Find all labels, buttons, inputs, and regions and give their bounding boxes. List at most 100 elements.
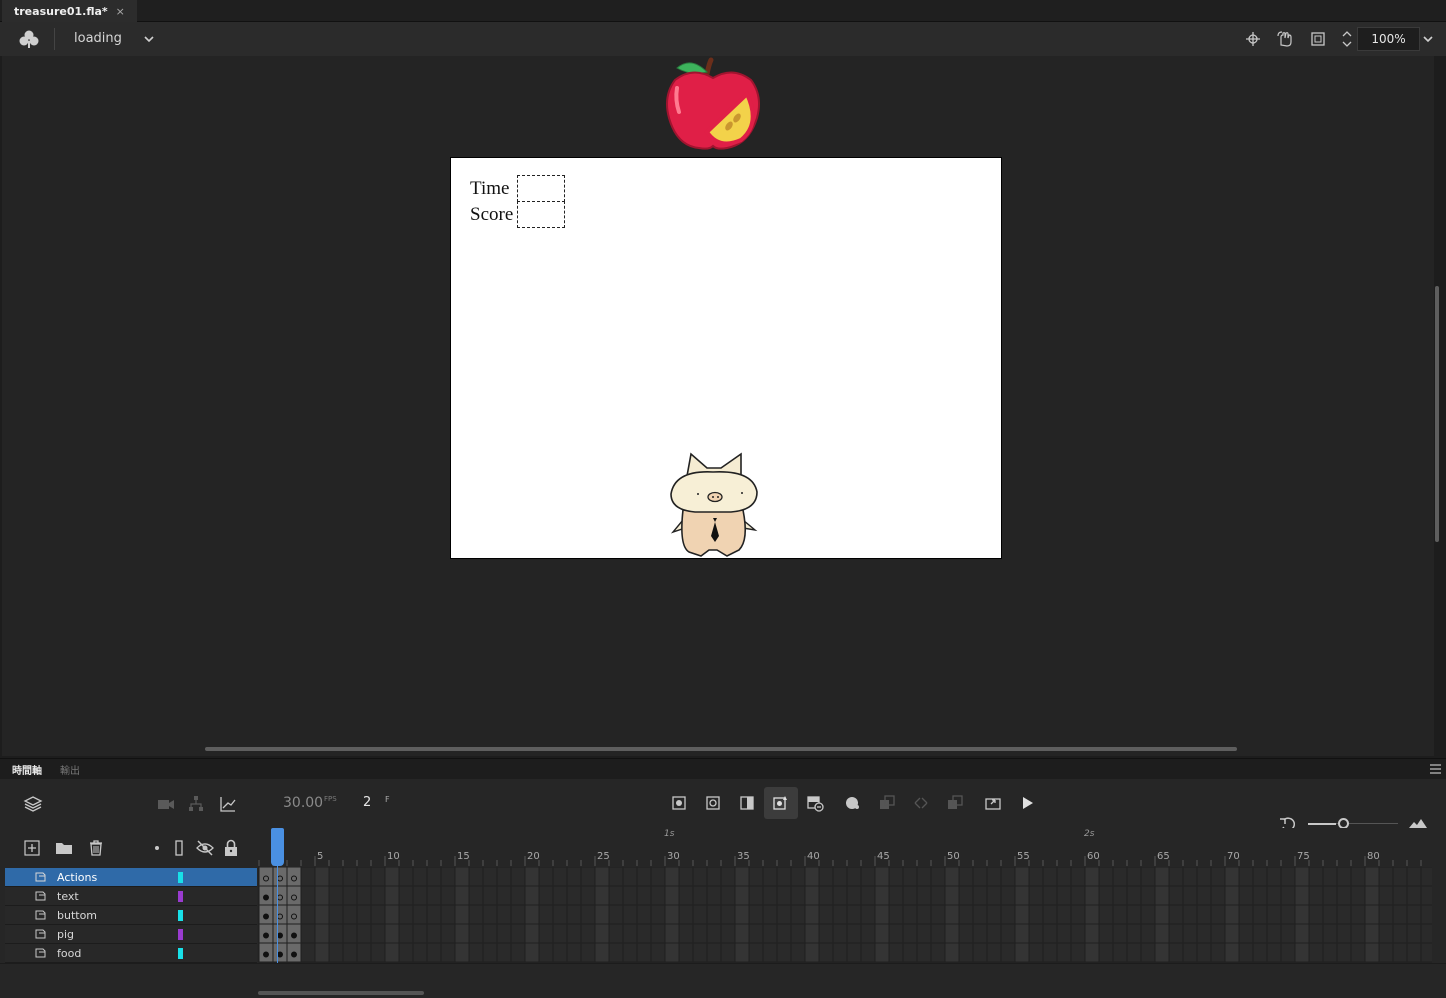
lock-icon[interactable] — [222, 839, 240, 857]
frame-cell — [1294, 942, 1310, 963]
frame-cell — [440, 867, 456, 887]
frame-cell — [1112, 942, 1128, 963]
frame-cell — [412, 904, 428, 925]
onion-skin-icon[interactable] — [843, 793, 863, 813]
graph-icon[interactable] — [218, 794, 238, 814]
frame-cell — [1084, 923, 1100, 944]
document-tab[interactable]: treasure01.fla* × — [2, 0, 137, 22]
insert-blank-keyframe-icon[interactable] — [703, 793, 723, 813]
layer-row-actions[interactable]: Actions — [5, 868, 257, 887]
clip-content-icon[interactable] — [1309, 30, 1327, 48]
frame-cell — [1308, 867, 1324, 887]
frame-cell — [1098, 885, 1114, 906]
layer-color-swatch[interactable] — [178, 910, 183, 921]
frame-cell — [594, 867, 610, 887]
frames-horizontal-scrollbar[interactable] — [258, 991, 424, 995]
zoom-input[interactable]: 100% — [1357, 27, 1420, 51]
frame-cell — [1266, 923, 1282, 944]
layer-color-swatch[interactable] — [178, 872, 183, 883]
horizontal-scrollbar[interactable] — [205, 747, 1237, 751]
frame-cell — [482, 942, 498, 963]
layer-color-swatch[interactable] — [178, 929, 183, 940]
playhead[interactable] — [271, 828, 284, 866]
frame-cell — [1140, 867, 1156, 887]
fps-value[interactable]: 30.00 — [283, 795, 323, 811]
frame-cell — [1378, 885, 1394, 906]
frame-cell — [482, 923, 498, 944]
layer-row-food[interactable]: food — [5, 944, 257, 963]
layer-name[interactable]: text — [57, 890, 79, 903]
apple-sprite[interactable] — [663, 56, 763, 150]
hide-layers-icon[interactable] — [196, 839, 214, 857]
new-folder-icon[interactable] — [55, 839, 73, 857]
frames-grid[interactable] — [258, 867, 1432, 963]
insert-keyframe-icon[interactable] — [669, 793, 689, 813]
frame-cell — [818, 885, 834, 906]
frame-cell — [1322, 867, 1338, 887]
layer-row-pig[interactable]: pig — [5, 925, 257, 944]
frame-cell — [902, 942, 918, 963]
panel-menu-icon[interactable] — [1430, 764, 1441, 774]
tab-timeline[interactable]: 時間軸 — [12, 762, 42, 777]
current-frame-value[interactable]: 2 — [363, 795, 371, 810]
scene-icon[interactable] — [18, 29, 40, 49]
camera-icon[interactable] — [156, 794, 176, 814]
scene-selector[interactable]: loading — [74, 31, 122, 46]
loop-playback-icon[interactable] — [983, 793, 1003, 813]
close-tab-icon[interactable]: × — [116, 5, 125, 18]
frame-cell — [342, 867, 358, 887]
frame-cell — [398, 923, 414, 944]
tween-icon[interactable] — [911, 793, 931, 813]
layer-name[interactable]: buttom — [57, 909, 97, 922]
frame-cell — [314, 942, 330, 963]
frame-cell — [1182, 867, 1198, 887]
score-label[interactable]: Score — [470, 204, 513, 226]
frame-cell — [1112, 885, 1128, 906]
insert-frame-icon[interactable] — [737, 793, 757, 813]
time-label[interactable]: Time — [470, 178, 509, 200]
zoom-stepper-icon[interactable] — [1338, 30, 1356, 48]
layer-color-swatch[interactable] — [178, 891, 183, 902]
auto-keyframe-icon[interactable] — [771, 793, 791, 813]
chevron-down-icon[interactable] — [1422, 33, 1434, 45]
tab-output[interactable]: 輸出 — [60, 762, 80, 777]
frame-cell — [846, 942, 862, 963]
layer-row-text[interactable]: text — [5, 887, 257, 906]
time-text-field[interactable] — [517, 175, 565, 202]
frame-cell — [930, 923, 946, 944]
score-text-field[interactable] — [517, 201, 565, 228]
frame-cell — [1238, 942, 1254, 963]
frame-ruler[interactable]: 1s 2s 5 10 15 20 25 30 35 40 45 50 55 60 65 70 75 80 — [258, 828, 1432, 866]
play-icon[interactable] — [1017, 793, 1037, 813]
frame-cell — [300, 885, 316, 906]
vertical-scrollbar[interactable] — [1435, 286, 1439, 542]
frame-cell — [1084, 885, 1100, 906]
layer-row-buttom[interactable]: buttom — [5, 906, 257, 925]
center-stage-icon[interactable] — [1244, 30, 1262, 48]
delete-layer-icon[interactable] — [87, 839, 105, 857]
layer-parenting-icon[interactable] — [186, 794, 206, 814]
layer-name[interactable]: pig — [57, 928, 74, 941]
chevron-down-icon[interactable] — [143, 33, 155, 45]
new-layer-icon[interactable] — [23, 839, 41, 857]
layer-name[interactable]: Actions — [57, 871, 97, 884]
pig-sprite[interactable] — [665, 450, 761, 558]
frame-cell — [468, 923, 484, 944]
convert-to-symbol-icon[interactable] — [945, 793, 965, 813]
layers-icon[interactable] — [23, 794, 43, 814]
frame-cell — [720, 904, 736, 925]
highlight-layers-icon[interactable] — [148, 839, 166, 857]
frame-cell — [510, 885, 526, 906]
layer-name[interactable]: food — [57, 947, 81, 960]
rotate-stage-hand-icon[interactable] — [1276, 30, 1294, 48]
layer-color-swatch[interactable] — [178, 948, 183, 959]
edit-multiple-frames-icon[interactable] — [877, 793, 897, 813]
frame-cell — [888, 923, 904, 944]
frame-cell — [804, 923, 820, 944]
frame-cell — [818, 923, 834, 944]
outline-layers-icon[interactable] — [170, 839, 188, 857]
frame-cell — [1266, 942, 1282, 963]
frame-cell — [426, 885, 442, 906]
clear-keyframe-icon[interactable] — [805, 793, 825, 813]
frame-cell — [412, 885, 428, 906]
